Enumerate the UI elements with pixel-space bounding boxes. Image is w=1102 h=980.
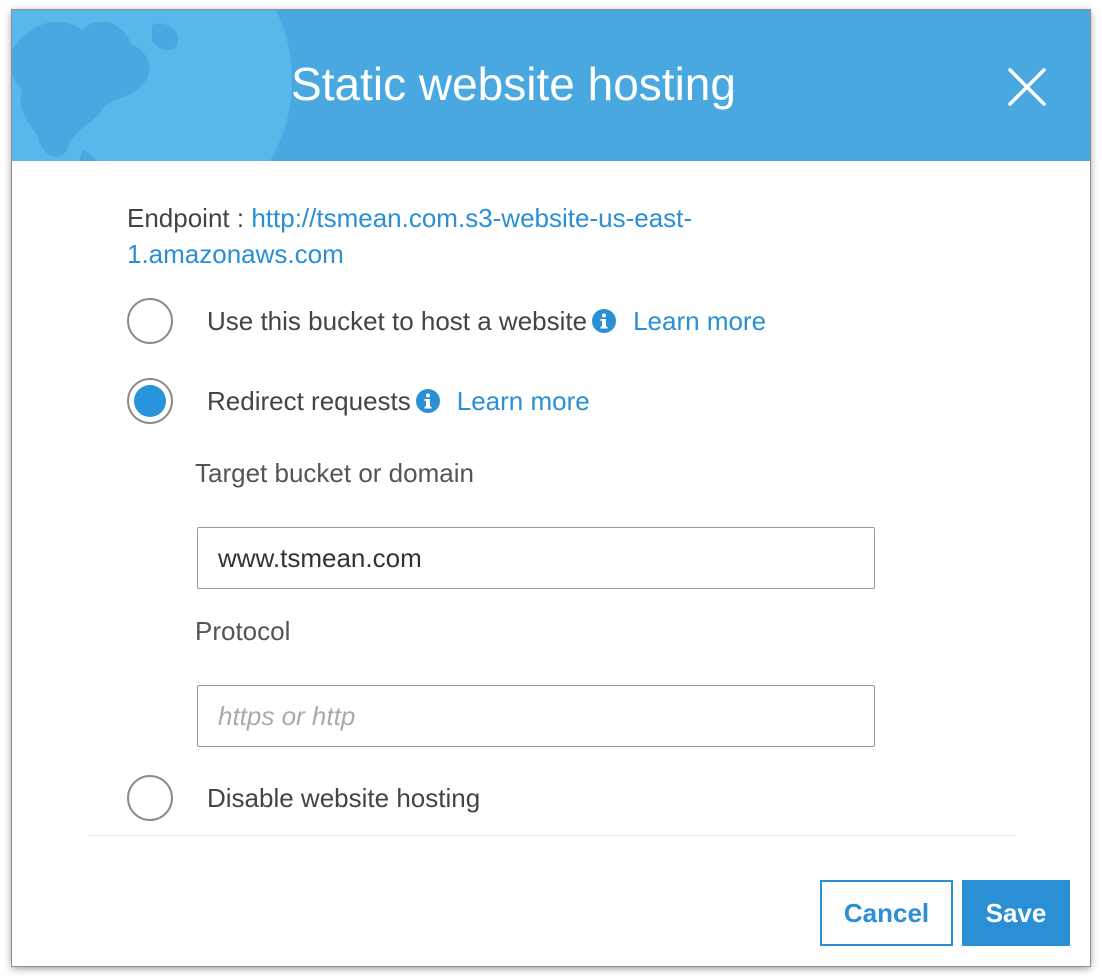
redirect-radio[interactable]	[127, 378, 173, 424]
disable-label: Disable website hosting	[207, 782, 481, 813]
protocol-label: Protocol	[195, 616, 291, 646]
static-website-hosting-dialog: Static website hosting Endpoint : http:/…	[12, 10, 1090, 966]
disable-radio[interactable]	[127, 775, 173, 821]
host-website-learn-more-link[interactable]: Learn more	[633, 306, 766, 337]
redirect-label: Redirect requests	[207, 385, 411, 416]
dialog-title: Static website hosting	[291, 58, 736, 110]
endpoint-label: Endpoint :	[127, 203, 245, 233]
info-icon[interactable]	[591, 308, 617, 334]
close-button[interactable]	[1002, 62, 1052, 112]
target-bucket-input[interactable]	[197, 527, 875, 589]
endpoint-info: Endpoint : http://tsmean.com.s3-website-…	[127, 200, 747, 272]
host-website-label: Use this bucket to host a website	[207, 305, 588, 336]
save-button[interactable]: Save	[962, 880, 1070, 946]
option-host-website[interactable]: Use this bucket to host a website Learn …	[127, 295, 766, 347]
dialog-header: Static website hosting	[12, 10, 1090, 161]
info-icon[interactable]	[415, 388, 441, 414]
option-disable[interactable]: Disable website hosting	[127, 772, 480, 824]
option-redirect[interactable]: Redirect requests Learn more	[127, 375, 590, 427]
close-icon	[1008, 68, 1046, 106]
redirect-learn-more-link[interactable]: Learn more	[457, 386, 590, 417]
cancel-button[interactable]: Cancel	[820, 880, 953, 946]
protocol-input[interactable]	[197, 685, 875, 747]
footer-divider	[89, 835, 1016, 836]
host-website-radio[interactable]	[127, 298, 173, 344]
target-bucket-label: Target bucket or domain	[195, 458, 474, 488]
